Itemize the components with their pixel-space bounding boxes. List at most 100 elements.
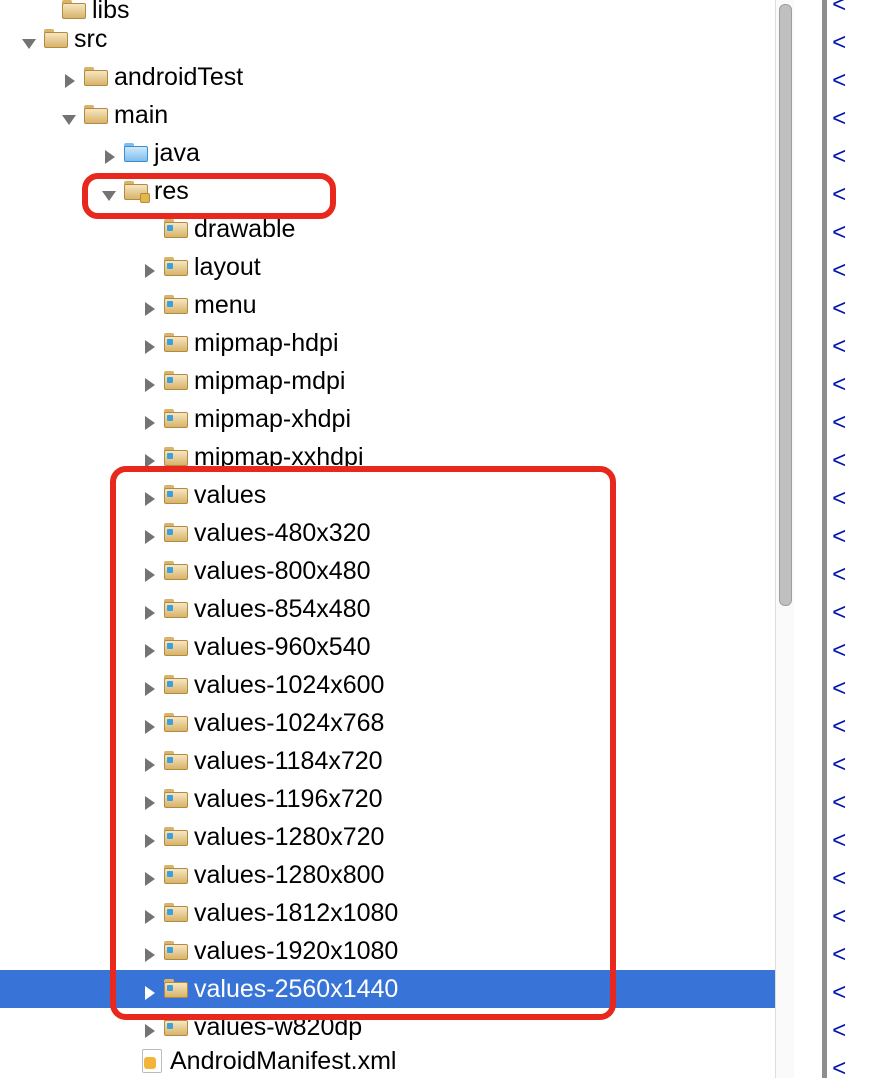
disclosure-right-icon[interactable] <box>140 790 158 808</box>
tree-row-values-1196x720[interactable]: values-1196x720 <box>0 780 775 818</box>
disclosure-right-icon[interactable] <box>140 752 158 770</box>
tree-row-mipmap-xxhdpi[interactable]: mipmap-xxhdpi <box>0 438 775 476</box>
resource-folder-icon <box>164 333 188 353</box>
disclosure-right-icon[interactable] <box>140 828 158 846</box>
tree-row-androidtest[interactable]: androidTest <box>0 58 775 96</box>
tree-row-values-1024x600[interactable]: values-1024x600 <box>0 666 775 704</box>
tree-row-values-1184x720[interactable]: values-1184x720 <box>0 742 775 780</box>
resource-folder-icon <box>164 257 188 277</box>
editor-token: < <box>832 107 846 134</box>
disclosure-right-icon[interactable] <box>140 524 158 542</box>
disclosure-right-icon[interactable] <box>140 296 158 314</box>
tree-row-values-1280x720[interactable]: values-1280x720 <box>0 818 775 856</box>
source-folder-icon <box>124 143 148 163</box>
tree-row-values-854x480[interactable]: values-854x480 <box>0 590 775 628</box>
editor-token: < <box>832 411 846 438</box>
disclosure-right-icon[interactable] <box>140 334 158 352</box>
editor-token: < <box>832 753 846 780</box>
tree-row-values-w820dp[interactable]: values-w820dp <box>0 1008 775 1046</box>
disclosure-right-icon[interactable] <box>140 410 158 428</box>
tree-row-values-1024x768[interactable]: values-1024x768 <box>0 704 775 742</box>
tree-row-values-960x540[interactable]: values-960x540 <box>0 628 775 666</box>
tree-label: drawable <box>194 215 295 244</box>
tree-row-mipmap-mdpi[interactable]: mipmap-mdpi <box>0 362 775 400</box>
disclosure-right-icon[interactable] <box>140 676 158 694</box>
editor-token: < <box>832 373 846 400</box>
editor-token: < <box>832 715 846 742</box>
tree-label: values-1184x720 <box>194 747 383 776</box>
tree-row-libs[interactable]: libs <box>0 0 775 20</box>
resource-folder-icon <box>164 447 188 467</box>
tree-row-manifest[interactable]: AndroidManifest.xml <box>0 1046 775 1076</box>
editor-token: < <box>832 221 846 248</box>
disclosure-right-icon[interactable] <box>140 980 158 998</box>
tree-row-values-800x480[interactable]: values-800x480 <box>0 552 775 590</box>
tree-row-drawable[interactable]: drawable <box>0 210 775 248</box>
disclosure-right-icon[interactable] <box>140 866 158 884</box>
editor-token: < <box>832 145 846 172</box>
tree-label: values-1920x1080 <box>194 937 398 966</box>
disclosure-right-icon[interactable] <box>100 144 118 162</box>
editor-token: < <box>832 69 846 96</box>
folder-icon <box>62 0 86 20</box>
tree-row-values-480x320[interactable]: values-480x320 <box>0 514 775 552</box>
project-tree[interactable]: libs src androidTest main ja <box>0 0 775 1078</box>
disclosure-down-icon[interactable] <box>60 106 78 124</box>
tree-row-mipmap-xhdpi[interactable]: mipmap-xhdpi <box>0 400 775 438</box>
tree-scrollbar-thumb[interactable] <box>779 4 792 606</box>
tree-label: main <box>114 101 168 130</box>
editor-area[interactable]: < < < < < < < < < < < < < < < < < < < < … <box>832 0 870 1078</box>
editor-token: < <box>832 981 846 1008</box>
editor-token: < <box>832 1057 846 1078</box>
tree-row-src[interactable]: src <box>0 20 775 58</box>
tree-label: values-1024x768 <box>194 709 384 738</box>
disclosure-down-icon[interactable] <box>20 30 38 48</box>
xml-file-icon <box>142 1049 164 1073</box>
tree-label: values-960x540 <box>194 633 371 662</box>
tree-row-values-1280x800[interactable]: values-1280x800 <box>0 856 775 894</box>
tree-row-values-1920x1080[interactable]: values-1920x1080 <box>0 932 775 970</box>
disclosure-down-icon[interactable] <box>100 182 118 200</box>
tree-row-mipmap-hdpi[interactable]: mipmap-hdpi <box>0 324 775 362</box>
disclosure-right-icon[interactable] <box>140 372 158 390</box>
disclosure-right-icon[interactable] <box>60 68 78 86</box>
disclosure-right-icon[interactable] <box>140 942 158 960</box>
tree-label: mipmap-xxhdpi <box>194 443 364 472</box>
tree-label: values-854x480 <box>194 595 371 624</box>
disclosure-right-icon[interactable] <box>140 638 158 656</box>
tree-label: AndroidManifest.xml <box>170 1047 396 1076</box>
editor-token: < <box>832 943 846 970</box>
tree-row-values[interactable]: values <box>0 476 775 514</box>
tree-scrollbar-track[interactable] <box>775 0 794 1078</box>
tree-row-res[interactable]: res <box>0 172 775 210</box>
disclosure-right-icon[interactable] <box>140 714 158 732</box>
resource-folder-icon <box>164 409 188 429</box>
tree-label: values-800x480 <box>194 557 371 586</box>
tree-label: layout <box>194 253 261 282</box>
resource-folder-icon <box>164 827 188 847</box>
editor-token: < <box>832 791 846 818</box>
tree-label: androidTest <box>114 63 243 92</box>
resource-folder-icon <box>164 485 188 505</box>
resource-root-folder-icon <box>124 181 148 201</box>
disclosure-right-icon[interactable] <box>140 448 158 466</box>
disclosure-right-icon[interactable] <box>140 904 158 922</box>
disclosure-right-icon[interactable] <box>140 486 158 504</box>
tree-row-values-2560x1440[interactable]: values-2560x1440 <box>0 970 775 1008</box>
tree-label: values-480x320 <box>194 519 371 548</box>
disclosure-right-icon[interactable] <box>140 258 158 276</box>
tree-row-values-1812x1080[interactable]: values-1812x1080 <box>0 894 775 932</box>
tree-label: values-1196x720 <box>194 785 383 814</box>
disclosure-right-icon[interactable] <box>140 600 158 618</box>
resource-folder-icon <box>164 371 188 391</box>
disclosure-right-icon[interactable] <box>140 562 158 580</box>
tree-row-layout[interactable]: layout <box>0 248 775 286</box>
tree-row-menu[interactable]: menu <box>0 286 775 324</box>
tree-label: values <box>194 481 266 510</box>
tree-row-java[interactable]: java <box>0 134 775 172</box>
split-divider[interactable] <box>822 0 827 1078</box>
editor-token: < <box>832 905 846 932</box>
disclosure-right-icon[interactable] <box>140 1018 158 1036</box>
tree-row-main[interactable]: main <box>0 96 775 134</box>
tree-label: values-1812x1080 <box>194 899 398 928</box>
